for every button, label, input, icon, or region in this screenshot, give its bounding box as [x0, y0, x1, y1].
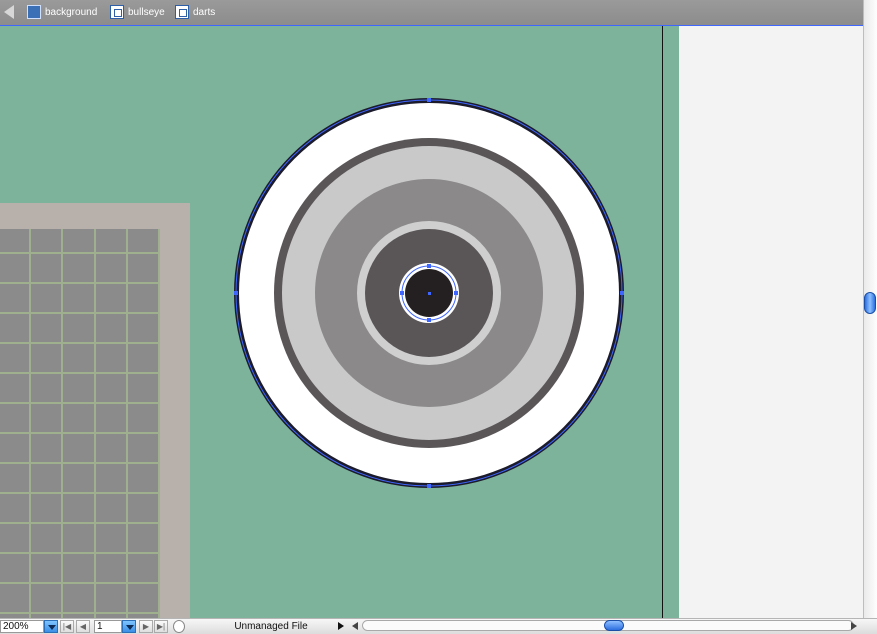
first-page-button[interactable]: |◀	[60, 620, 74, 633]
symbol-icon	[110, 5, 124, 19]
zoom-dropdown-button[interactable]	[44, 620, 58, 633]
breadcrumb-label: background	[45, 6, 98, 18]
stage-canvas[interactable]	[0, 26, 663, 618]
breadcrumb-label: bullseye	[128, 6, 165, 18]
breadcrumb-label: darts	[193, 6, 216, 18]
zoom-field[interactable]: 200%	[0, 620, 44, 633]
stage-artwork	[0, 98, 624, 618]
horizontal-scroll-thumb[interactable]	[604, 620, 624, 631]
previous-page-button[interactable]: ◀	[76, 620, 90, 633]
vertical-scroll-thumb[interactable]	[864, 292, 876, 314]
file-status: Unmanaged File	[234, 621, 308, 632]
offstage-area	[663, 26, 863, 618]
status-menu-arrow-icon[interactable]	[338, 622, 344, 630]
page-field[interactable]: 1	[94, 620, 122, 633]
scroll-left-icon[interactable]	[352, 622, 358, 630]
last-page-button[interactable]: ▶|	[154, 620, 168, 633]
breadcrumb-item-background[interactable]: background	[27, 3, 97, 21]
scene-icon	[27, 5, 41, 19]
dartboard-grid	[0, 229, 159, 618]
next-page-button[interactable]: ▶	[139, 620, 153, 633]
breadcrumb-item-darts[interactable]: darts	[175, 3, 215, 21]
refresh-icon[interactable]	[173, 620, 185, 633]
breadcrumb: background bullseye darts	[0, 0, 863, 26]
symbol-icon	[175, 5, 189, 19]
back-arrow-icon[interactable]	[4, 5, 14, 19]
stage-overflow	[663, 26, 679, 618]
scroll-right-icon[interactable]	[851, 622, 857, 630]
breadcrumb-item-bullseye[interactable]: bullseye	[110, 3, 165, 21]
page-dropdown-button[interactable]	[122, 620, 136, 633]
